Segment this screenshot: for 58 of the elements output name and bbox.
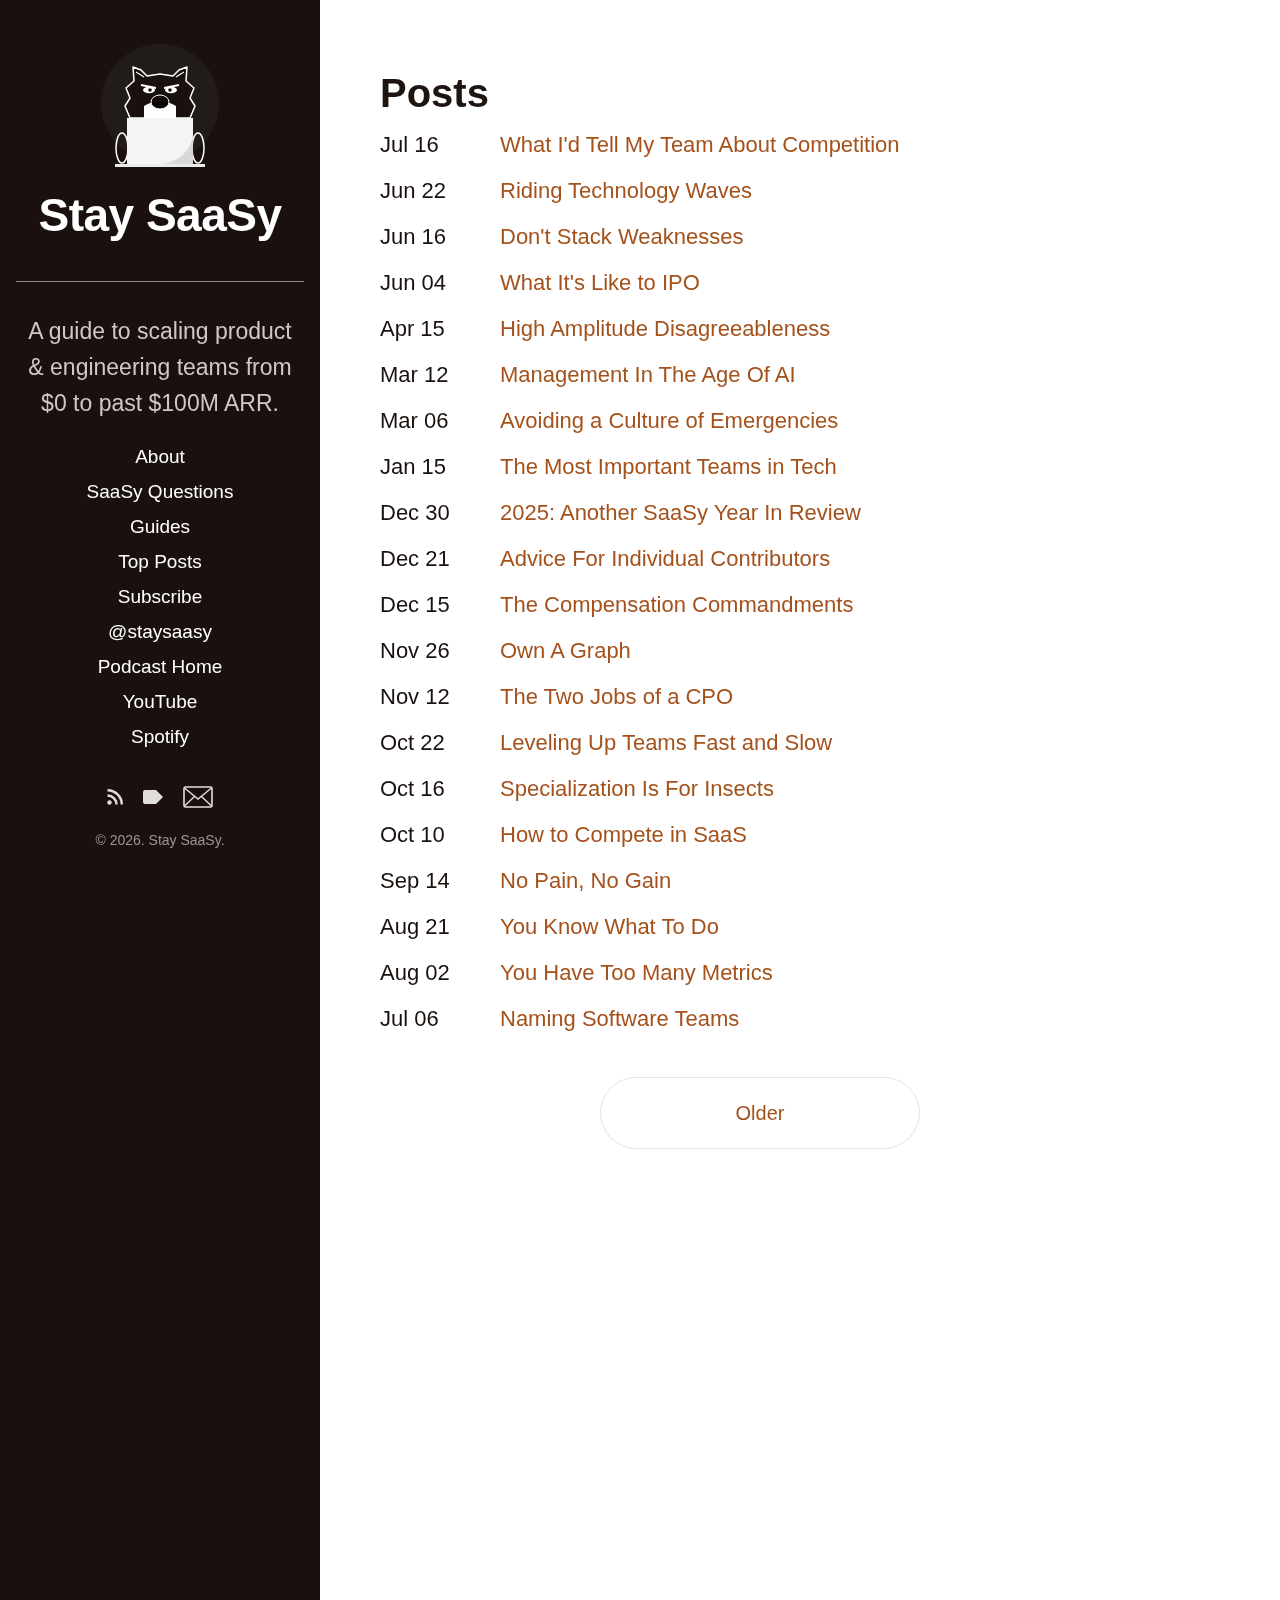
post-date: Jun 22 bbox=[380, 178, 448, 204]
tag-icon[interactable] bbox=[143, 790, 163, 804]
post-link[interactable]: Specialization Is For Insects bbox=[500, 776, 774, 802]
post-date: Oct 16 bbox=[380, 776, 446, 802]
post-link[interactable]: Advice For Individual Contributors bbox=[500, 546, 831, 572]
post-link[interactable]: How to Compete in SaaS bbox=[500, 822, 748, 848]
post-date: Mar 12 bbox=[380, 362, 450, 388]
post-date: Sep 14 bbox=[380, 868, 451, 894]
mail-icon[interactable] bbox=[183, 786, 213, 808]
post-link[interactable]: 2025: Another SaaSy Year In Review bbox=[500, 500, 861, 526]
wolf-laptop-icon bbox=[100, 44, 220, 170]
post-link[interactable]: High Amplitude Disagreeableness bbox=[500, 316, 831, 342]
post-date: Apr 15 bbox=[380, 316, 446, 342]
post-date: Mar 06 bbox=[380, 408, 450, 434]
post-link[interactable]: You Have Too Many Metrics bbox=[500, 960, 773, 986]
copyright-text: © 2026. Stay SaaSy. bbox=[95, 831, 225, 850]
post-date: Nov 12 bbox=[380, 684, 451, 710]
page-heading: Posts bbox=[380, 70, 489, 117]
nav-link[interactable]: Guides bbox=[129, 509, 191, 544]
nav-link[interactable]: Subscribe bbox=[117, 579, 203, 614]
post-link[interactable]: You Know What To Do bbox=[500, 914, 719, 940]
post-date: Dec 21 bbox=[380, 546, 451, 572]
post-date: Oct 22 bbox=[380, 730, 446, 756]
post-date: Aug 02 bbox=[380, 960, 451, 986]
post-date: Aug 21 bbox=[380, 914, 451, 940]
nav-link[interactable]: YouTube bbox=[122, 684, 198, 719]
post-date: Jun 16 bbox=[380, 224, 448, 250]
post-link[interactable]: Naming Software Teams bbox=[500, 1006, 740, 1032]
post-date: Dec 30 bbox=[380, 500, 451, 526]
post-link[interactable]: Riding Technology Waves bbox=[500, 178, 752, 204]
post-link[interactable]: The Most Important Teams in Tech bbox=[500, 454, 837, 480]
post-link[interactable]: The Compensation Commandments bbox=[500, 592, 854, 618]
post-date: Jul 16 bbox=[380, 132, 440, 158]
post-link[interactable]: The Two Jobs of a CPO bbox=[500, 684, 734, 710]
post-date: Nov 26 bbox=[380, 638, 451, 664]
nav-link[interactable]: Spotify bbox=[130, 719, 190, 754]
post-link[interactable]: Avoiding a Culture of Emergencies bbox=[500, 408, 839, 434]
post-date: Jul 06 bbox=[380, 1006, 440, 1032]
post-link[interactable]: No Pain, No Gain bbox=[500, 868, 672, 894]
post-date: Dec 15 bbox=[380, 592, 451, 618]
rss-icon[interactable] bbox=[107, 789, 123, 805]
post-link[interactable]: Leveling Up Teams Fast and Slow bbox=[500, 730, 833, 756]
post-date: Jun 04 bbox=[380, 270, 448, 296]
post-date: Jan 15 bbox=[380, 454, 448, 480]
post-link[interactable]: What It's Like to IPO bbox=[500, 270, 700, 296]
tagline: A guide to scaling product & engineering teams from $0 to past $100M ARR. bbox=[27, 317, 293, 418]
post-link[interactable]: Own A Graph bbox=[500, 638, 631, 664]
post-date: Oct 10 bbox=[380, 822, 446, 848]
nav-link[interactable]: About bbox=[135, 439, 185, 474]
nav-link[interactable]: SaaSy Questions bbox=[86, 474, 234, 509]
nav-link[interactable]: Top Posts bbox=[118, 544, 202, 579]
nav-link[interactable]: @staysaasy bbox=[108, 614, 212, 649]
older-button[interactable]: Older bbox=[600, 1077, 920, 1149]
post-link[interactable]: Don't Stack Weaknesses bbox=[500, 224, 744, 250]
site-title[interactable]: Stay SaaSy bbox=[38, 187, 282, 243]
post-link[interactable]: Management In The Age Of AI bbox=[500, 362, 796, 388]
post-link[interactable]: What I'd Tell My Team About Competition bbox=[500, 132, 900, 158]
nav-link[interactable]: Podcast Home bbox=[97, 649, 223, 684]
